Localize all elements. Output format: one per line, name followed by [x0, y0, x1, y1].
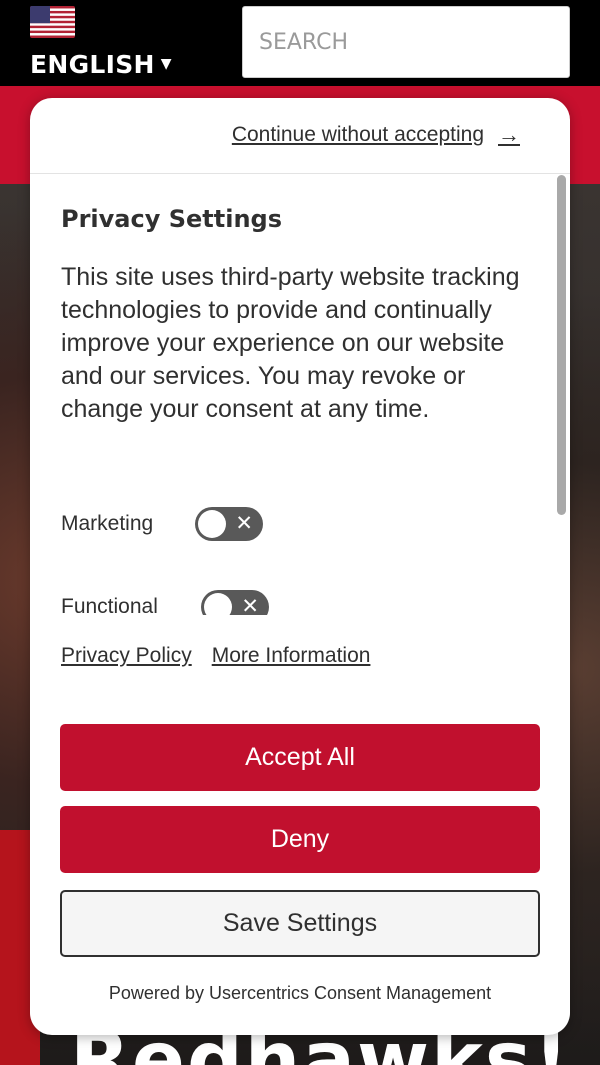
continue-label: Continue without accepting	[231, 123, 484, 146]
category-label: Marketing	[61, 512, 154, 535]
dialog-title: Privacy Settings	[61, 205, 283, 233]
us-flag-icon	[30, 6, 75, 38]
dialog-header: Continue without accepting →	[30, 98, 570, 174]
toggle-knob	[198, 510, 226, 538]
category-label: Functional	[61, 595, 158, 615]
search-input[interactable]	[242, 6, 570, 78]
close-icon: ✕	[241, 595, 259, 615]
save-settings-button[interactable]: Save Settings	[60, 890, 540, 957]
language-label: ENGLISH	[30, 50, 155, 79]
category-row-functional: Functional ✕	[61, 590, 269, 615]
accept-all-button[interactable]: Accept All	[60, 724, 540, 791]
policy-links: Privacy Policy More Information	[61, 644, 370, 668]
caret-down-icon: ▼	[160, 56, 172, 72]
toggle-knob	[204, 593, 232, 615]
arrow-right-icon: →	[498, 122, 520, 147]
powered-by-text: Powered by Usercentrics Consent Manageme…	[108, 983, 492, 1003]
privacy-policy-link[interactable]: Privacy Policy	[61, 644, 192, 668]
scrollbar-thumb[interactable]	[557, 175, 566, 515]
language-selector[interactable]: ENGLISH ▼	[30, 50, 172, 79]
dialog-scroll-area[interactable]: Privacy Settings This site uses third-pa…	[30, 175, 570, 615]
deny-button[interactable]: Deny	[60, 806, 540, 873]
more-information-link[interactable]: More Information	[212, 644, 371, 668]
marketing-toggle[interactable]: ✕	[195, 507, 263, 541]
category-row-marketing: Marketing ✕	[61, 507, 263, 541]
close-icon: ✕	[235, 512, 253, 535]
functional-toggle[interactable]: ✕	[201, 590, 269, 615]
top-bar: ENGLISH ▼	[0, 0, 600, 86]
consent-dialog: Continue without accepting → Privacy Set…	[30, 98, 570, 1035]
dialog-description: This site uses third-party website track…	[61, 263, 520, 423]
continue-without-accepting-link[interactable]: Continue without accepting →	[232, 122, 520, 148]
